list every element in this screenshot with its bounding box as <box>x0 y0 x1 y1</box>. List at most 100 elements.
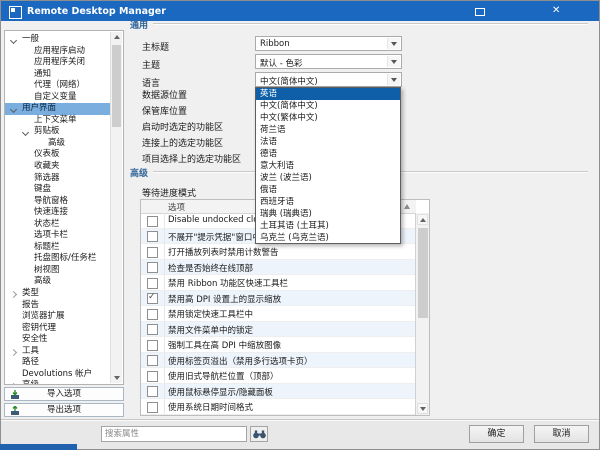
option-row[interactable]: 检查是否始终在线顶部 <box>141 259 416 275</box>
sidebar-item[interactable]: 应用程序启动 <box>5 46 111 58</box>
checkbox-checked[interactable]: ✓ <box>147 292 158 304</box>
sidebar-item[interactable]: 通知 <box>5 69 111 81</box>
option-row[interactable]: 强制工具在高 DPI 中缩放图像 <box>141 337 416 353</box>
sidebar-item[interactable]: 快速连接 <box>5 207 111 219</box>
sidebar-item[interactable]: 密钥代理 <box>5 323 111 335</box>
sidebar-item[interactable]: 用户界面 <box>5 103 111 115</box>
checkbox-unchecked[interactable] <box>147 355 158 366</box>
dropdown-item[interactable]: 德语 <box>256 148 400 160</box>
dropdown-item[interactable]: 波兰 (波兰语) <box>256 172 400 184</box>
column-divider <box>164 244 165 259</box>
sidebar-item[interactable]: 标题栏 <box>5 242 111 254</box>
dropdown-item[interactable]: 英语 <box>256 88 400 100</box>
option-row[interactable]: 使用标签页溢出（禁用多行选项卡页） <box>141 352 416 368</box>
checkbox-unchecked[interactable] <box>147 386 158 397</box>
scroll-up-icon[interactable] <box>111 32 122 43</box>
chevron-right-icon[interactable] <box>9 290 18 299</box>
sidebar-item[interactable]: 工具 <box>5 346 111 358</box>
tree-scrollbar-thumb[interactable] <box>112 45 121 127</box>
checkbox-unchecked[interactable] <box>147 324 158 335</box>
checkbox-unchecked[interactable] <box>147 231 158 242</box>
sidebar-item[interactable]: 仪表板 <box>5 149 111 161</box>
checkbox-unchecked[interactable] <box>147 246 158 258</box>
sidebar-item[interactable]: 代理（网络） <box>5 80 111 92</box>
sidebar-item[interactable]: 路径 <box>5 357 111 369</box>
combobox-arrow-button[interactable] <box>387 56 400 67</box>
option-row[interactable]: 打开播放列表时禁用计数警告 <box>141 244 416 260</box>
sidebar-item[interactable]: 收藏夹 <box>5 161 111 173</box>
checkbox-unchecked[interactable] <box>147 308 158 320</box>
dropdown-item[interactable]: 中文(简体中文) <box>256 100 400 112</box>
scroll-up-icon[interactable] <box>417 214 428 225</box>
sidebar-item[interactable]: 报告 <box>5 300 111 312</box>
close-icon[interactable]: ✕ <box>552 5 560 17</box>
tree-scrollbar[interactable] <box>110 32 122 383</box>
chevron-down-icon[interactable] <box>9 36 18 45</box>
dropdown-item[interactable]: 土耳其语 (土耳其) <box>256 220 400 232</box>
sidebar-item[interactable]: 高级 <box>5 138 111 150</box>
scroll-down-icon[interactable] <box>417 403 428 414</box>
ok-button[interactable]: 确定 <box>469 425 524 443</box>
sidebar-item[interactable]: 树视图 <box>5 265 111 277</box>
combobox-arrow-button[interactable] <box>387 38 400 49</box>
dropdown-item[interactable]: 瑞典 (瑞典语) <box>256 208 400 220</box>
sidebar-item-label: 一般 <box>22 34 40 44</box>
checkbox-unchecked[interactable] <box>147 215 158 227</box>
dropdown-item[interactable]: 西班牙语 <box>256 196 400 208</box>
checkbox-unchecked[interactable] <box>147 370 158 382</box>
dropdown-item[interactable]: 法语 <box>256 136 400 148</box>
cancel-button[interactable]: 取消 <box>534 425 589 443</box>
table-scrollbar-thumb[interactable] <box>417 228 428 318</box>
sidebar-item[interactable]: 一般 <box>5 34 111 46</box>
field-combobox[interactable]: Ribbon <box>255 36 402 51</box>
option-row[interactable]: 禁用锁定快速工具栏中 <box>141 306 416 322</box>
sidebar-item[interactable]: 剪贴板 <box>5 126 111 138</box>
field-combobox[interactable]: 默认 - 色彩 <box>255 54 402 69</box>
sidebar-item[interactable]: 筛选器 <box>5 173 111 185</box>
search-input[interactable] <box>101 426 247 442</box>
option-row[interactable]: 使用旧式导航栏位置（顶部） <box>141 368 416 384</box>
option-row[interactable]: 禁用文件菜单中的锁定 <box>141 321 416 337</box>
checkbox-unchecked[interactable] <box>147 339 158 351</box>
sidebar-item[interactable]: Devolutions 帐户 <box>5 369 111 381</box>
sidebar-item[interactable]: 键盘 <box>5 184 111 196</box>
dropdown-item[interactable]: 乌克兰 (乌克兰语) <box>256 232 400 244</box>
table-scrollbar[interactable] <box>415 213 429 415</box>
maximize-icon[interactable] <box>475 8 485 16</box>
sidebar-item[interactable]: 高级 <box>5 380 111 384</box>
sidebar-item[interactable]: 类型 <box>5 288 111 300</box>
option-row[interactable]: 使用鼠标悬停显示/隐藏面板 <box>141 383 416 399</box>
dropdown-item[interactable]: 俄语 <box>256 184 400 196</box>
option-row[interactable]: 禁用 Ribbon 功能区快速工具栏 <box>141 275 416 291</box>
sidebar-item[interactable]: 高级 <box>5 276 111 288</box>
checkbox-unchecked[interactable] <box>147 262 158 273</box>
dropdown-item[interactable]: 中文(繁体中文) <box>256 112 400 124</box>
sidebar-item[interactable]: 状态栏 <box>5 219 111 231</box>
checkbox-unchecked[interactable] <box>147 401 158 413</box>
sidebar-item[interactable]: 导航窗格 <box>5 196 111 208</box>
sidebar-item[interactable]: 应用程序关闭 <box>5 57 111 69</box>
export-options-button[interactable]: 导出选项 <box>4 403 124 417</box>
checkbox-unchecked[interactable] <box>147 277 158 289</box>
option-row[interactable]: 使用系统日期时间格式 <box>141 399 416 415</box>
option-row[interactable]: ✓ 禁用高 DPI 设置上的显示缩放 <box>141 290 416 306</box>
sidebar-item[interactable]: 选项卡栏 <box>5 230 111 242</box>
chevron-right-icon[interactable] <box>9 383 18 384</box>
sidebar-item[interactable]: 自定义变量 <box>5 92 111 104</box>
chevron-right-icon[interactable] <box>9 348 18 356</box>
chevron-down-icon[interactable] <box>21 129 30 137</box>
sidebar-item[interactable]: 托盘图标/任务栏 <box>5 253 111 265</box>
dropdown-item[interactable]: 意大利语 <box>256 160 400 172</box>
sidebar-item[interactable]: 安全性 <box>5 334 111 346</box>
column-divider <box>164 306 165 321</box>
sidebar-item[interactable]: 浏览器扩展 <box>5 311 111 323</box>
sidebar-item[interactable]: 上下文菜单 <box>5 115 111 127</box>
scroll-down-icon[interactable] <box>111 372 122 383</box>
dropdown-item[interactable]: 荷兰语 <box>256 124 400 136</box>
search-button[interactable] <box>250 426 268 442</box>
chevron-down-icon[interactable] <box>9 106 18 114</box>
combobox-arrow-button[interactable] <box>387 74 400 85</box>
import-options-button[interactable]: 导入选项 <box>4 387 124 401</box>
titlebar[interactable]: Remote Desktop Manager ✕ <box>1 1 599 21</box>
field-combobox[interactable]: 中文(简体中文) <box>255 72 402 87</box>
